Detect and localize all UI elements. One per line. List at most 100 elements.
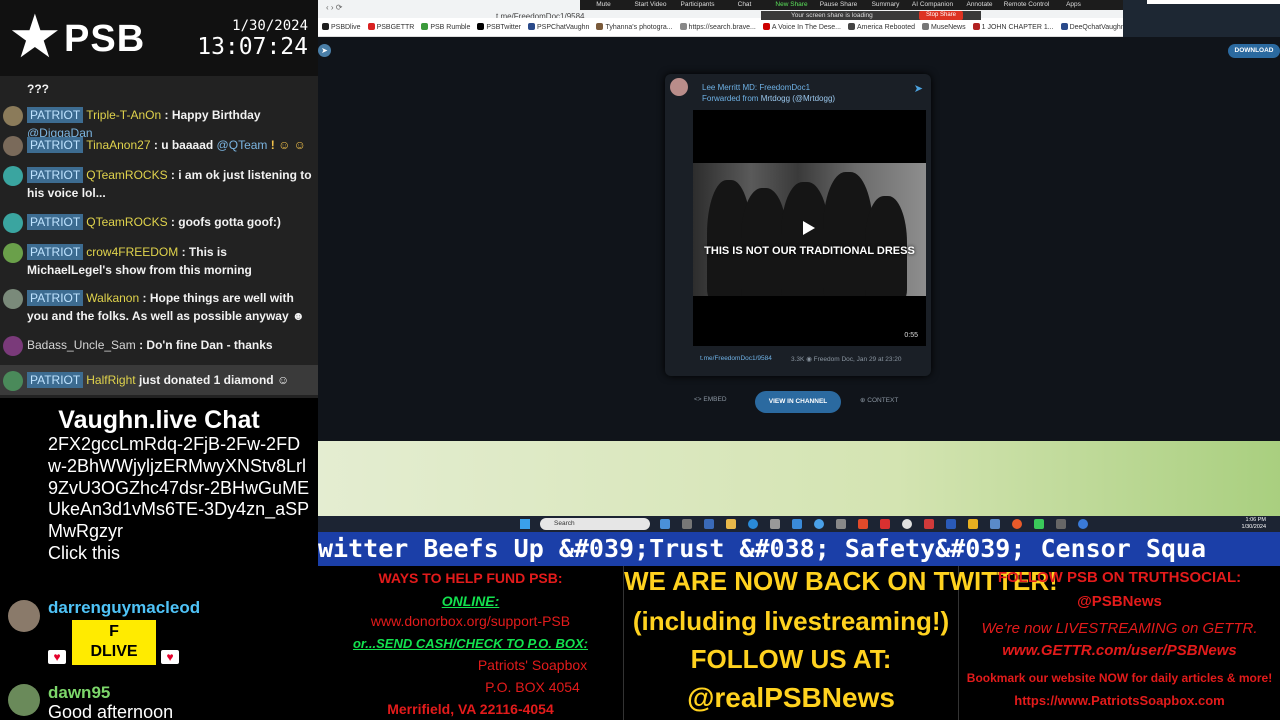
video-player[interactable]: THIS IS NOT OUR TRADITIONAL DRESS 0:55 [693, 110, 926, 346]
zoom-control-apps[interactable]: Apps [1050, 0, 1097, 10]
mention-link[interactable]: @QTeam [217, 138, 268, 152]
zoom-control-remote-control[interactable]: Remote Control [1003, 0, 1050, 10]
folder-icon[interactable] [726, 519, 736, 529]
view-count: 3.3K [791, 356, 805, 363]
chat-username[interactable]: Triple-T-AnOn [86, 108, 161, 122]
avatar [3, 166, 23, 186]
clock-date: 1/30/2024 [232, 18, 308, 34]
taskbar-app-icon[interactable] [990, 519, 1000, 529]
telegram-icon[interactable]: ➤ [914, 82, 923, 95]
post-meta: 3.3K ◉ Freedom Doc, Jan 29 at 23:20 [791, 355, 901, 363]
zoom-control-new-share[interactable]: New Share [768, 0, 815, 10]
bookmark-item[interactable]: A Voice In The Dese... [762, 23, 841, 31]
chat-username[interactable]: crow4FREEDOM [86, 245, 178, 259]
zoom-control-mute[interactable]: Mute [580, 0, 627, 10]
twitter-line1: WE ARE NOW BACK ON TWITTER! [624, 566, 1058, 596]
chat-username[interactable]: HalfRight [86, 373, 135, 387]
gear-icon[interactable] [836, 519, 846, 529]
embed-button[interactable]: <> EMBED [694, 396, 727, 403]
patriot-badge: PATRIOT [27, 372, 84, 388]
taskbar-app-icon[interactable] [968, 519, 978, 529]
taskbar-app-icon[interactable] [660, 519, 670, 529]
zoom-control-annotate[interactable]: Annotate [956, 0, 1003, 10]
download-button[interactable]: DOWNLOAD [1228, 44, 1280, 58]
taskbar-search[interactable]: Search [540, 518, 650, 530]
post-author[interactable]: Lee Merritt MD: FreedomDoc1 [702, 83, 810, 92]
bookmark-item[interactable]: PSPChatVaughn [528, 23, 589, 31]
website-link[interactable]: https://www.PatriotsSoapbox.com [959, 693, 1280, 708]
stop-share-button[interactable]: Stop Share [919, 11, 963, 20]
bookmark-favicon-icon [848, 23, 855, 30]
taskbar-app-icon[interactable] [770, 519, 780, 529]
vaughn-username[interactable]: darrenguymacleod [48, 598, 200, 618]
bookmark-item[interactable]: PSBDlive [322, 23, 361, 31]
chat-username[interactable]: QTeamROCKS [86, 168, 167, 182]
view-in-channel-button[interactable]: VIEW IN CHANNEL [755, 391, 841, 413]
zoom-control-pause-share[interactable]: Pause Share [815, 0, 862, 10]
bookmark-item[interactable]: PSB Rumble [421, 23, 470, 31]
zoom-control-summary[interactable]: Summary [862, 0, 909, 10]
heart-icon: ♥ [48, 650, 66, 664]
windows-taskbar: Search 1:06 PM 1/30/2024 [318, 516, 1280, 532]
bookmark-item[interactable]: Tyhanna's photogra... [596, 23, 673, 31]
vaughn-link-text[interactable]: 2FX2gccLmRdq-2FjB-2Fw-2FDw-2BhWWjyljzERM… [48, 434, 310, 543]
chrome-icon[interactable] [902, 519, 912, 529]
truth-handle[interactable]: @PSBNews [959, 593, 1280, 610]
donor-link[interactable]: www.donorbox.org/support-PSB [318, 613, 623, 629]
edge-icon[interactable] [748, 519, 758, 529]
bookmark-item[interactable]: DeeQchatVaughn [1060, 23, 1123, 31]
zoom-control-chat[interactable]: Chat [721, 0, 768, 10]
taskbar-app-icon[interactable] [880, 519, 890, 529]
forwarded-from: Forwarded from Mrtdogg (@Mrtdogg) [702, 94, 836, 103]
brave-icon[interactable] [858, 519, 868, 529]
gettr-line: We're now LIVESTREAMING on GETTR. [981, 620, 1258, 637]
gettr-link[interactable]: www.GETTR.com/user/PSBNews [959, 642, 1280, 659]
shared-screen: ‹ › ⟳ t.me/FreedomDoc1/9584 PSBDlive PSBG… [318, 0, 1280, 516]
zoom-control-participants[interactable]: Participants [674, 0, 721, 10]
taskbar-app-icon[interactable] [792, 519, 802, 529]
bookmark-item[interactable]: PSBGETTR [367, 23, 414, 31]
chat-username[interactable]: Badass_Uncle_Sam [27, 338, 136, 352]
taskbar-app-icon[interactable] [682, 519, 692, 529]
taskbar-app-icon[interactable] [924, 519, 934, 529]
zoom-control-ai-companion[interactable]: AI Companion [909, 0, 956, 10]
firefox-icon[interactable] [1012, 519, 1022, 529]
chat-username[interactable]: Walkanon [86, 291, 139, 305]
telegram-icon[interactable]: ➤ [318, 44, 331, 57]
fund-panel: WAYS TO HELP FUND PSB: ONLINE: www.donor… [318, 566, 624, 720]
bookmark-item[interactable]: 1 JOHN CHAPTER 1... [972, 23, 1054, 31]
address-bar[interactable]: ‹ › ⟳ t.me/FreedomDoc1/9584 [326, 3, 586, 21]
twitter-line3: FOLLOW US AT: [690, 644, 892, 674]
bookmark-item[interactable]: https://search.brave... [679, 23, 756, 31]
truthsocial-panel: FOLLOW PSB ON TRUTHSOCIAL: @PSBNews We'r… [959, 566, 1280, 720]
twitter-handle[interactable]: @realPSBNews [624, 682, 958, 714]
zoom-control-start-video[interactable]: Start Video [627, 0, 674, 10]
vaughn-username[interactable]: dawn95 [48, 683, 110, 703]
avatar [8, 600, 40, 632]
taskbar-app-icon[interactable] [1056, 519, 1066, 529]
taskbar-app-icon[interactable] [1078, 519, 1088, 529]
post-link[interactable]: t.me/FreedomDoc1/9584 [700, 355, 772, 362]
patriot-badge: PATRIOT [27, 244, 84, 260]
zoom-icon[interactable] [946, 519, 956, 529]
bookmark-item[interactable]: MuseNews [921, 23, 966, 31]
chat-username[interactable]: QTeamROCKS [86, 215, 167, 229]
eye-icon: ◉ [806, 356, 812, 363]
taskbar-app-icon[interactable] [814, 519, 824, 529]
taskbar-app-icon[interactable] [704, 519, 714, 529]
globe-icon: ⊕ [860, 397, 866, 404]
taskbar-app-icon[interactable] [1034, 519, 1044, 529]
video-frame: THIS IS NOT OUR TRADITIONAL DRESS [693, 163, 926, 296]
windows-start-icon[interactable] [520, 519, 530, 529]
context-button[interactable]: ⊕ CONTEXT [860, 396, 898, 404]
play-icon[interactable] [803, 221, 815, 235]
bookmark-item[interactable]: PSBTwitter [477, 23, 521, 31]
click-this-text[interactable]: Click this [48, 543, 310, 565]
back-icon[interactable]: ‹ › ⟳ [326, 3, 342, 12]
chat-message: PATRIOT QTeamROCKS : i am ok just listeni… [0, 166, 318, 202]
chat-username[interactable]: TinaAnon27 [86, 138, 150, 152]
bookmark-favicon-icon [322, 23, 329, 30]
truth-title: FOLLOW PSB ON TRUTHSOCIAL: [997, 569, 1242, 586]
bookmark-favicon-icon [1060, 23, 1068, 30]
bookmark-item[interactable]: America Rebooted [848, 23, 915, 31]
